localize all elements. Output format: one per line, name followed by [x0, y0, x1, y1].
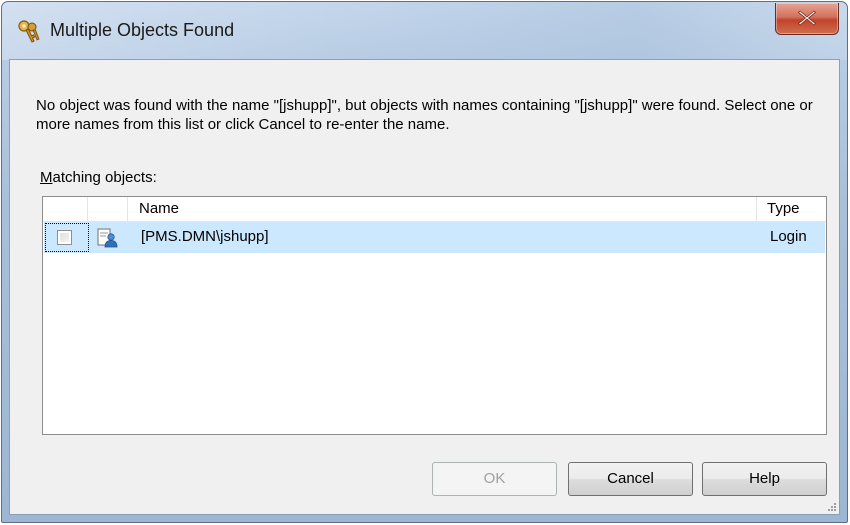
- matching-objects-label: Matching objects:: [40, 169, 157, 186]
- title-bar[interactable]: Multiple Objects Found: [2, 2, 847, 60]
- list-header: Name Type: [43, 197, 826, 222]
- column-header-name[interactable]: Name: [139, 197, 179, 221]
- login-user-icon: [97, 228, 119, 248]
- header-separator[interactable]: [756, 197, 757, 221]
- column-header-type[interactable]: Type: [767, 197, 800, 221]
- row-checkbox[interactable]: [57, 230, 72, 245]
- resize-grip-icon[interactable]: [825, 500, 837, 512]
- header-separator[interactable]: [127, 197, 128, 221]
- header-separator[interactable]: [87, 197, 88, 221]
- message-text: No object was found with the name "[jshu…: [36, 97, 813, 133]
- row-type: Login: [770, 228, 807, 245]
- close-button[interactable]: [775, 3, 839, 35]
- label-text: atching objects:: [52, 169, 157, 186]
- cancel-button[interactable]: Cancel: [568, 462, 693, 496]
- ok-button[interactable]: OK: [432, 462, 557, 496]
- row-checkbox-focus: [45, 223, 89, 252]
- row-name: [PMS.DMN\jshupp]: [141, 228, 269, 245]
- close-icon: [798, 10, 816, 26]
- label-accelerator: M: [40, 169, 53, 186]
- window-title: Multiple Objects Found: [50, 20, 235, 40]
- dialog-body: No object was found with the name "[jshu…: [9, 59, 840, 515]
- list-item[interactable]: [PMS.DMN\jshupp] Login: [44, 222, 825, 253]
- dialog-window: Multiple Objects Found No object was fou…: [1, 1, 848, 523]
- matching-objects-list[interactable]: Name Type [PMS.DMN\jshupp] Login: [42, 196, 827, 435]
- help-button[interactable]: Help: [702, 462, 827, 496]
- keys-icon: [16, 19, 42, 45]
